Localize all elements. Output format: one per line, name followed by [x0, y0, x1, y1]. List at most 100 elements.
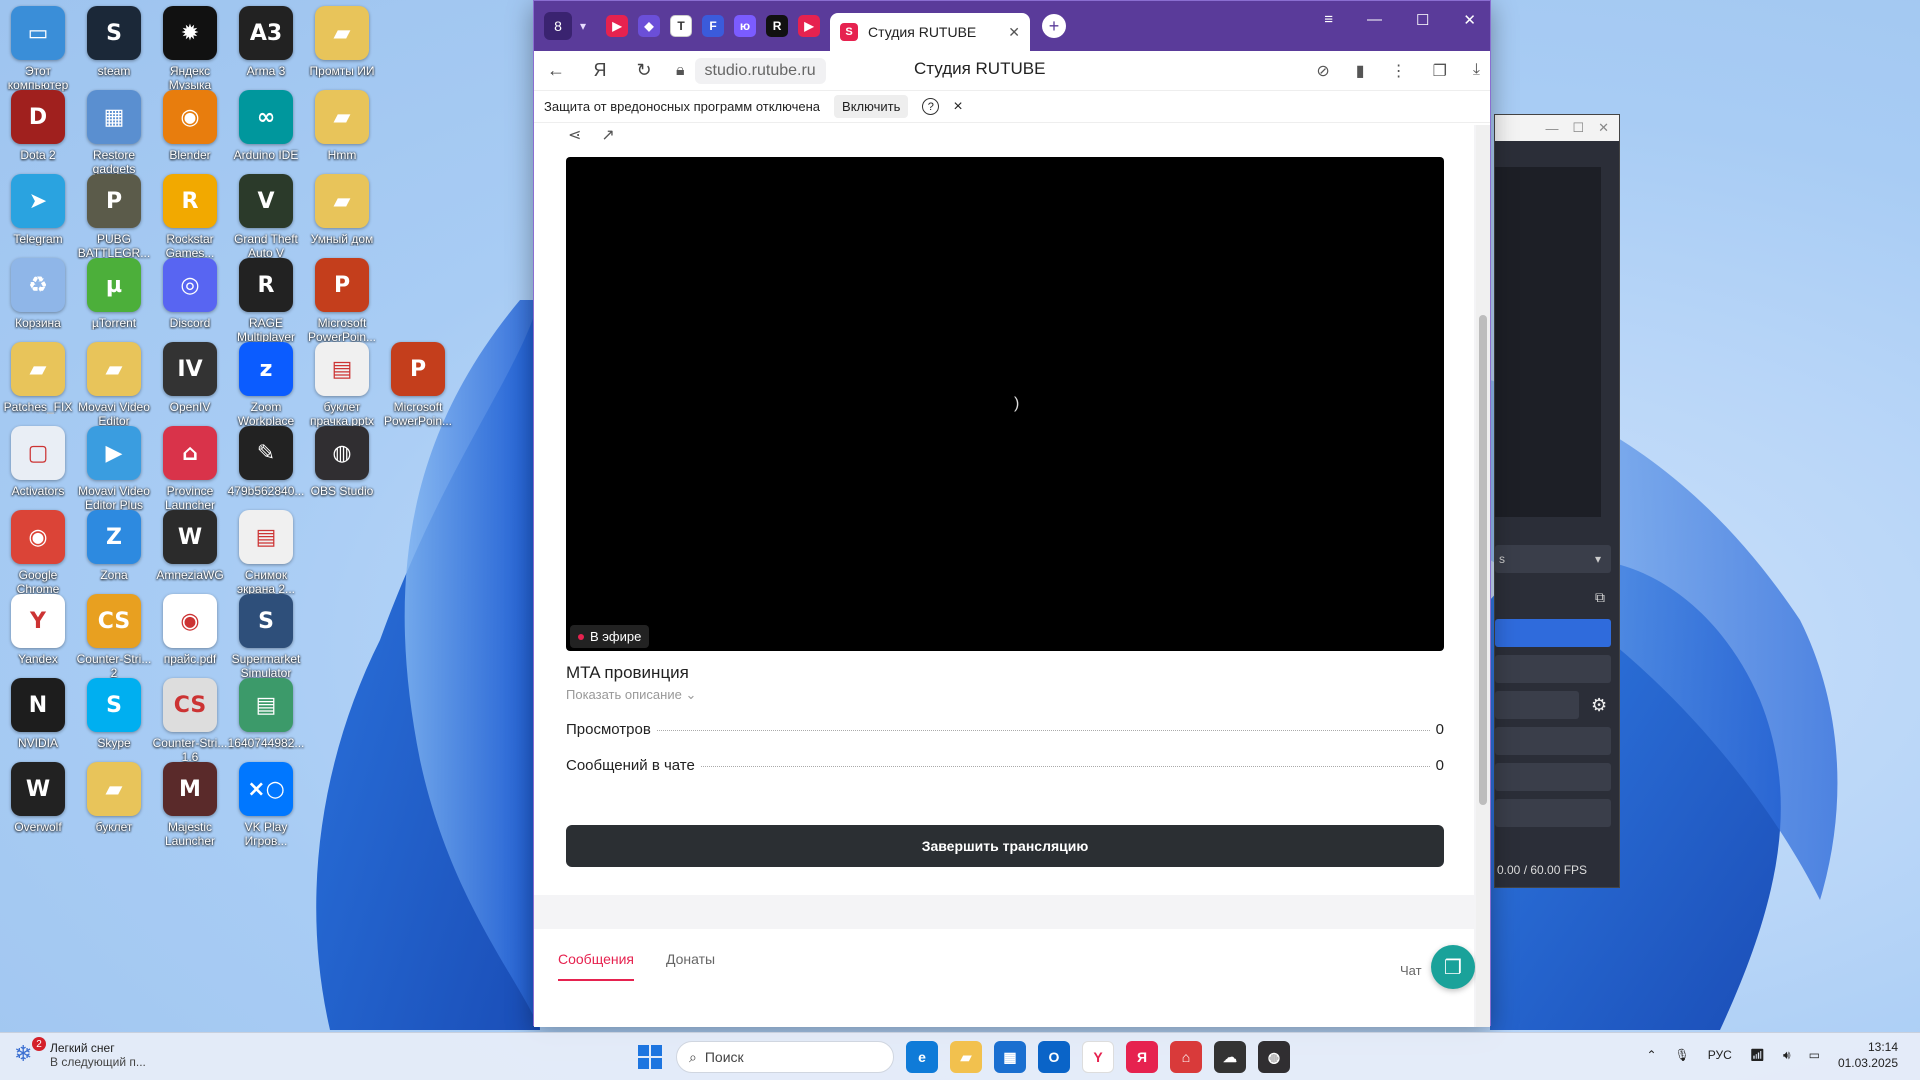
weather-badge: 2 — [32, 1037, 46, 1051]
battery-icon[interactable]: ▭ — [1809, 1048, 1820, 1062]
obs-control-button[interactable] — [1495, 691, 1579, 719]
collections-icon[interactable]: ❐ — [1433, 61, 1447, 81]
obs-studio-icon[interactable]: ◍ — [1258, 1041, 1290, 1073]
chevron-up-icon[interactable]: ⌃ — [1646, 1048, 1656, 1062]
obs-control-button[interactable] — [1495, 799, 1611, 827]
app-icon: CS — [87, 594, 141, 648]
province-launcher-icon[interactable]: ⌂ — [1170, 1041, 1202, 1073]
file-explorer-icon[interactable]: ▰ — [950, 1041, 982, 1073]
pinned-tab-icon[interactable]: F — [702, 15, 725, 37]
pinned-tab-icon[interactable]: ю — [734, 15, 757, 37]
desktop-icon-label: Discord — [169, 316, 211, 330]
snow-icon: ❄ 2 — [14, 1037, 46, 1069]
more-icon[interactable]: ⋮ — [1391, 61, 1407, 81]
weather-widget[interactable]: ❄ 2 Легкий снег В следующий п... — [14, 1037, 146, 1069]
desktop-icon[interactable]: ◍ OBS Studio — [304, 426, 380, 528]
obs-window[interactable]: — ☐ ✕ s ▾ ⧉ ⚙ 0.00 / 60.00 FPS — [1494, 114, 1620, 888]
wifi-icon[interactable]: 📶︎ — [1750, 1048, 1765, 1062]
volume-icon[interactable]: 🔊︎ — [1783, 1048, 1791, 1063]
desktop-icon-label: Zona — [100, 568, 128, 582]
clock[interactable]: 13:14 01.03.2025 — [1838, 1039, 1898, 1071]
url-field[interactable]: 🔒︎ studio.rutube.ru — [676, 57, 826, 84]
help-icon[interactable]: ? — [922, 98, 940, 115]
rutube-tab-icon[interactable]: R — [766, 15, 789, 37]
desktop-icon-label: Counter-Stri... 1.6 — [152, 736, 228, 764]
pinned-tab-icon[interactable]: ◆ — [638, 15, 661, 37]
obs-scene-select[interactable]: s ▾ — [1495, 545, 1611, 573]
obs-control-button[interactable] — [1495, 655, 1611, 683]
stream-actions: ⋖ ↗ — [568, 125, 615, 145]
stat-label: Сообщений в чате — [566, 757, 695, 774]
show-description-link[interactable]: Показать описание ⌄ — [566, 687, 696, 703]
tab-donations[interactable]: Донаты — [666, 951, 715, 981]
enable-protection-button[interactable]: Включить — [834, 95, 909, 118]
desktop-icon-label: буклет — [95, 820, 133, 834]
desktop-icon[interactable]: ×○ VK Play Игров... — [228, 762, 304, 864]
close-tab-icon[interactable]: ✕ — [1008, 24, 1020, 41]
obs-start-streaming-button[interactable] — [1495, 619, 1611, 647]
maximize-icon[interactable]: ☐ — [1416, 11, 1429, 29]
minimize-icon[interactable]: — — [1367, 11, 1382, 29]
end-stream-button[interactable]: Завершить трансляцию — [566, 825, 1444, 867]
stream-title: MTA провинция — [566, 663, 689, 682]
desktop-icon-label: µTorrent — [91, 316, 137, 330]
close-icon[interactable]: ✕ — [1463, 11, 1476, 29]
close-icon[interactable]: ✕ — [1598, 120, 1609, 136]
store-icon[interactable]: ▦ — [994, 1041, 1026, 1073]
taskbar-search[interactable]: ⌕ Поиск — [676, 1041, 894, 1073]
desktop-icon-label: Province Launcher — [164, 484, 216, 512]
video-player[interactable]: ) В эфире — [566, 157, 1444, 651]
desktop-icon-label: Grand Theft Auto V — [234, 232, 298, 260]
extension-icon[interactable]: ⊘ — [1316, 61, 1329, 81]
yandex-icon[interactable]: Я — [588, 60, 612, 81]
app-icon: IV — [163, 342, 217, 396]
new-tab-button[interactable]: + — [1042, 14, 1067, 38]
close-warning-icon[interactable]: × — [953, 98, 962, 116]
chevron-down-icon[interactable]: ▾ — [580, 19, 586, 33]
workspace-button[interactable]: 8 — [544, 12, 572, 40]
app-icon: ▶ — [87, 426, 141, 480]
tab-rutube-studio[interactable]: S Студия RUTUBE ✕ — [830, 13, 1031, 51]
chat-tabs: Сообщения Донаты — [558, 951, 715, 981]
desktop-icon[interactable]: M Majestic Launcher — [152, 762, 228, 864]
download-icon[interactable]: ⤓ — [1473, 61, 1480, 81]
obs-control-button[interactable] — [1495, 727, 1611, 755]
share-icon[interactable]: ⋖ — [568, 125, 581, 145]
scrollbar-thumb[interactable] — [1479, 315, 1487, 805]
language-indicator[interactable]: РУС — [1708, 1048, 1732, 1062]
gear-icon[interactable]: ⚙ — [1591, 695, 1607, 716]
desktop-icon[interactable]: P Microsoft PowerPoin... — [380, 342, 456, 444]
desktop-icon[interactable]: ▰ буклет — [76, 762, 152, 864]
browser-window[interactable]: 8 ▾ ▶ ◆ T F ю R ▶ S Студия RUTUBE ✕ + ≡ … — [533, 0, 1491, 1027]
menu-icon[interactable]: ≡ — [1324, 11, 1333, 29]
chat-toggle-label[interactable]: Чат — [1400, 963, 1422, 978]
support-chat-button[interactable]: ❐ — [1431, 945, 1475, 989]
outlook-icon[interactable]: O — [1038, 1041, 1070, 1073]
desktop-icon[interactable]: W Overwolf — [0, 762, 76, 864]
cloud-icon[interactable]: ☁ — [1214, 1041, 1246, 1073]
external-link-icon[interactable]: ↗ — [601, 125, 614, 145]
tab-messages[interactable]: Сообщения — [558, 951, 634, 981]
desktop-icon-label: Этот компьютер — [7, 64, 69, 92]
maximize-icon[interactable]: ☐ — [1572, 120, 1584, 136]
obs-fps-readout: 0.00 / 60.00 FPS — [1497, 863, 1588, 877]
pinned-tab-icon[interactable]: T — [670, 15, 693, 37]
app-icon: P — [87, 174, 141, 228]
youtube-tab-icon[interactable]: ▶ — [606, 15, 629, 37]
yandex-browser-icon[interactable]: Y — [1082, 1041, 1114, 1073]
youtube-tab-icon[interactable]: ▶ — [798, 15, 821, 37]
microphone-icon[interactable]: 🎙︎ — [1675, 1048, 1690, 1062]
popout-icon[interactable]: ⧉ — [1595, 589, 1605, 606]
edge-icon[interactable]: e — [906, 1041, 938, 1073]
bookmark-icon[interactable]: ▮ — [1356, 61, 1365, 81]
back-icon[interactable]: ← — [544, 60, 568, 81]
app-icon: ▭ — [11, 6, 65, 60]
yandex-icon[interactable]: Я — [1126, 1041, 1158, 1073]
warning-text: Защита от вредоносных программ отключена — [544, 99, 821, 114]
reload-icon[interactable]: ↻ — [632, 60, 656, 81]
chat-bubble-icon: ❐ — [1444, 956, 1462, 979]
minimize-icon[interactable]: — — [1545, 121, 1558, 136]
start-button[interactable] — [638, 1045, 662, 1069]
scrollbar[interactable] — [1476, 125, 1490, 1027]
obs-control-button[interactable] — [1495, 763, 1611, 791]
